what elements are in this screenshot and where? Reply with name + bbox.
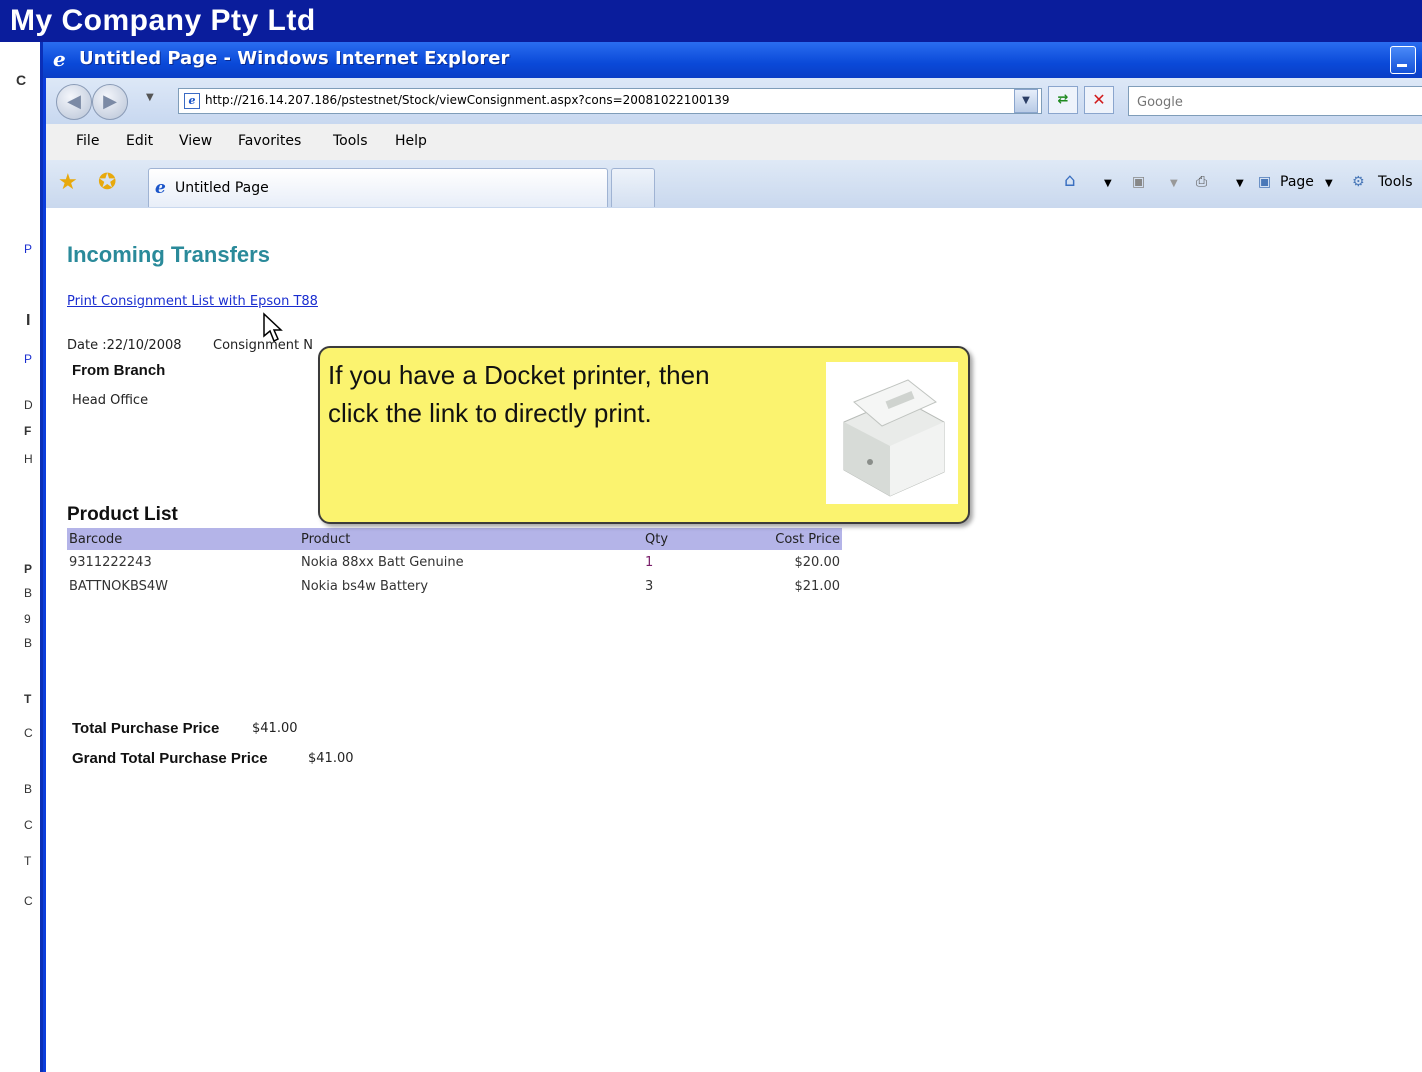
- ie-logo-icon: e: [53, 47, 66, 71]
- feeds-icon[interactable]: ▣: [1132, 174, 1145, 190]
- tools-gear-icon[interactable]: ⚙: [1352, 174, 1365, 190]
- window-title: Untitled Page - Windows Internet Explore…: [79, 48, 510, 69]
- grand-total-value: $41.00: [308, 751, 354, 766]
- history-dropdown-icon[interactable]: ▼: [146, 92, 154, 103]
- address-bar[interactable]: e http://216.14.207.186/pstestnet/Stock/…: [178, 88, 1042, 114]
- menu-edit[interactable]: Edit: [126, 133, 153, 149]
- forward-button[interactable]: ▶: [92, 84, 128, 120]
- table-header-row: Barcode Product Qty Cost Price: [67, 528, 842, 550]
- total-purchase-value: $41.00: [252, 721, 298, 736]
- tools-menu-label[interactable]: Tools: [1378, 174, 1413, 190]
- tab-bar: ★ ✪ e Untitled Page ⌂ ▼ ▣ ▼ ⎙ ▼ ▣ Page ▼…: [46, 160, 1422, 210]
- minimize-button[interactable]: [1390, 46, 1416, 74]
- product-table: Barcode Product Qty Cost Price 931122224…: [67, 528, 842, 598]
- browser-body: ◀ ▶ ▼ e http://216.14.207.186/pstestnet/…: [46, 78, 1422, 1072]
- page-menu-label[interactable]: Page: [1280, 174, 1314, 190]
- window-titlebar[interactable]: e Untitled Page - Windows Internet Explo…: [43, 42, 1422, 78]
- address-dropdown-button[interactable]: ▼: [1014, 89, 1038, 113]
- cell-barcode: 9311222243: [69, 554, 152, 570]
- address-toolbar: ◀ ▶ ▼ e http://216.14.207.186/pstestnet/…: [46, 78, 1422, 125]
- back-button[interactable]: ◀: [56, 84, 92, 120]
- table-row: BATTNOKBS4W Nokia bs4w Battery 3 $21.00: [67, 574, 842, 598]
- background-app-title: My Company Pty Ltd: [10, 4, 316, 37]
- page-menu-icon[interactable]: ▣: [1258, 174, 1271, 190]
- menu-file[interactable]: File: [76, 133, 99, 149]
- menu-bar: File Edit View Favorites Tools Help: [46, 124, 1422, 161]
- add-favorites-icon[interactable]: ✪: [98, 170, 116, 195]
- cell-product: Nokia 88xx Batt Genuine: [301, 554, 464, 570]
- menu-view[interactable]: View: [179, 133, 212, 149]
- callout-text: If you have a Docket printer, then click…: [328, 356, 808, 432]
- cell-qty: 1: [645, 554, 654, 570]
- cell-product: Nokia bs4w Battery: [301, 578, 429, 594]
- address-url[interactable]: http://216.14.207.186/pstestnet/Stock/vi…: [205, 93, 730, 107]
- table-row: 9311222243 Nokia 88xx Batt Genuine 1 $20…: [67, 550, 842, 574]
- callout-line-1: If you have a Docket printer, then: [328, 360, 710, 390]
- tab-label: Untitled Page: [175, 180, 269, 196]
- new-tab-button[interactable]: [611, 168, 655, 207]
- ie-window: e Untitled Page - Windows Internet Explo…: [40, 42, 1422, 1072]
- favorites-star-icon[interactable]: ★: [58, 170, 78, 195]
- refresh-button[interactable]: ⇄: [1048, 86, 1078, 114]
- cell-qty: 3: [645, 578, 654, 594]
- ie-page-icon: e: [155, 178, 166, 198]
- grand-total-label: Grand Total Purchase Price: [72, 750, 268, 767]
- col-cost-price: Cost Price: [717, 528, 842, 550]
- from-branch-label: From Branch: [72, 362, 166, 379]
- page-content: Incoming Transfers Print Consignment Lis…: [46, 208, 1422, 1072]
- col-product: Product: [299, 528, 643, 550]
- total-purchase-label: Total Purchase Price: [72, 720, 220, 737]
- cell-barcode: BATTNOKBS4W: [69, 578, 169, 594]
- page-menu-dropdown-icon[interactable]: ▼: [1325, 178, 1333, 189]
- callout-line-2: click the link to directly print.: [328, 398, 652, 428]
- stop-button[interactable]: ✕: [1084, 86, 1114, 114]
- mouse-cursor-icon: [263, 312, 283, 343]
- home-dropdown-icon[interactable]: ▼: [1104, 178, 1112, 189]
- cell-cost-price: $21.00: [794, 578, 841, 594]
- col-barcode: Barcode: [67, 528, 299, 550]
- from-branch-value: Head Office: [72, 393, 149, 408]
- print-icon[interactable]: ⎙: [1196, 174, 1207, 190]
- docket-printer-image: [826, 362, 958, 504]
- menu-help[interactable]: Help: [395, 133, 427, 149]
- background-app-strip: C P I P D F H P B 9 B T C B C T C: [0, 42, 42, 1072]
- cell-cost-price: $20.00: [794, 554, 841, 570]
- search-box[interactable]: [1128, 86, 1422, 116]
- date-label: Date :22/10/2008: [67, 338, 182, 353]
- background-app-header: My Company Pty Ltd: [0, 0, 1422, 42]
- search-input[interactable]: [1135, 89, 1419, 115]
- page-icon: e: [184, 93, 200, 109]
- menu-favorites[interactable]: Favorites: [238, 133, 301, 149]
- feeds-dropdown-icon[interactable]: ▼: [1170, 178, 1178, 189]
- menu-tools[interactable]: Tools: [333, 133, 368, 149]
- print-consignment-link[interactable]: Print Consignment List with Epson T88: [67, 294, 318, 309]
- home-icon[interactable]: ⌂: [1064, 170, 1075, 191]
- page-title: Incoming Transfers: [67, 242, 270, 267]
- product-list-heading: Product List: [67, 504, 178, 525]
- tutorial-callout: If you have a Docket printer, then click…: [318, 346, 970, 524]
- tab-untitled-page[interactable]: e Untitled Page: [148, 168, 608, 207]
- col-qty: Qty: [643, 528, 717, 550]
- print-dropdown-icon[interactable]: ▼: [1236, 178, 1244, 189]
